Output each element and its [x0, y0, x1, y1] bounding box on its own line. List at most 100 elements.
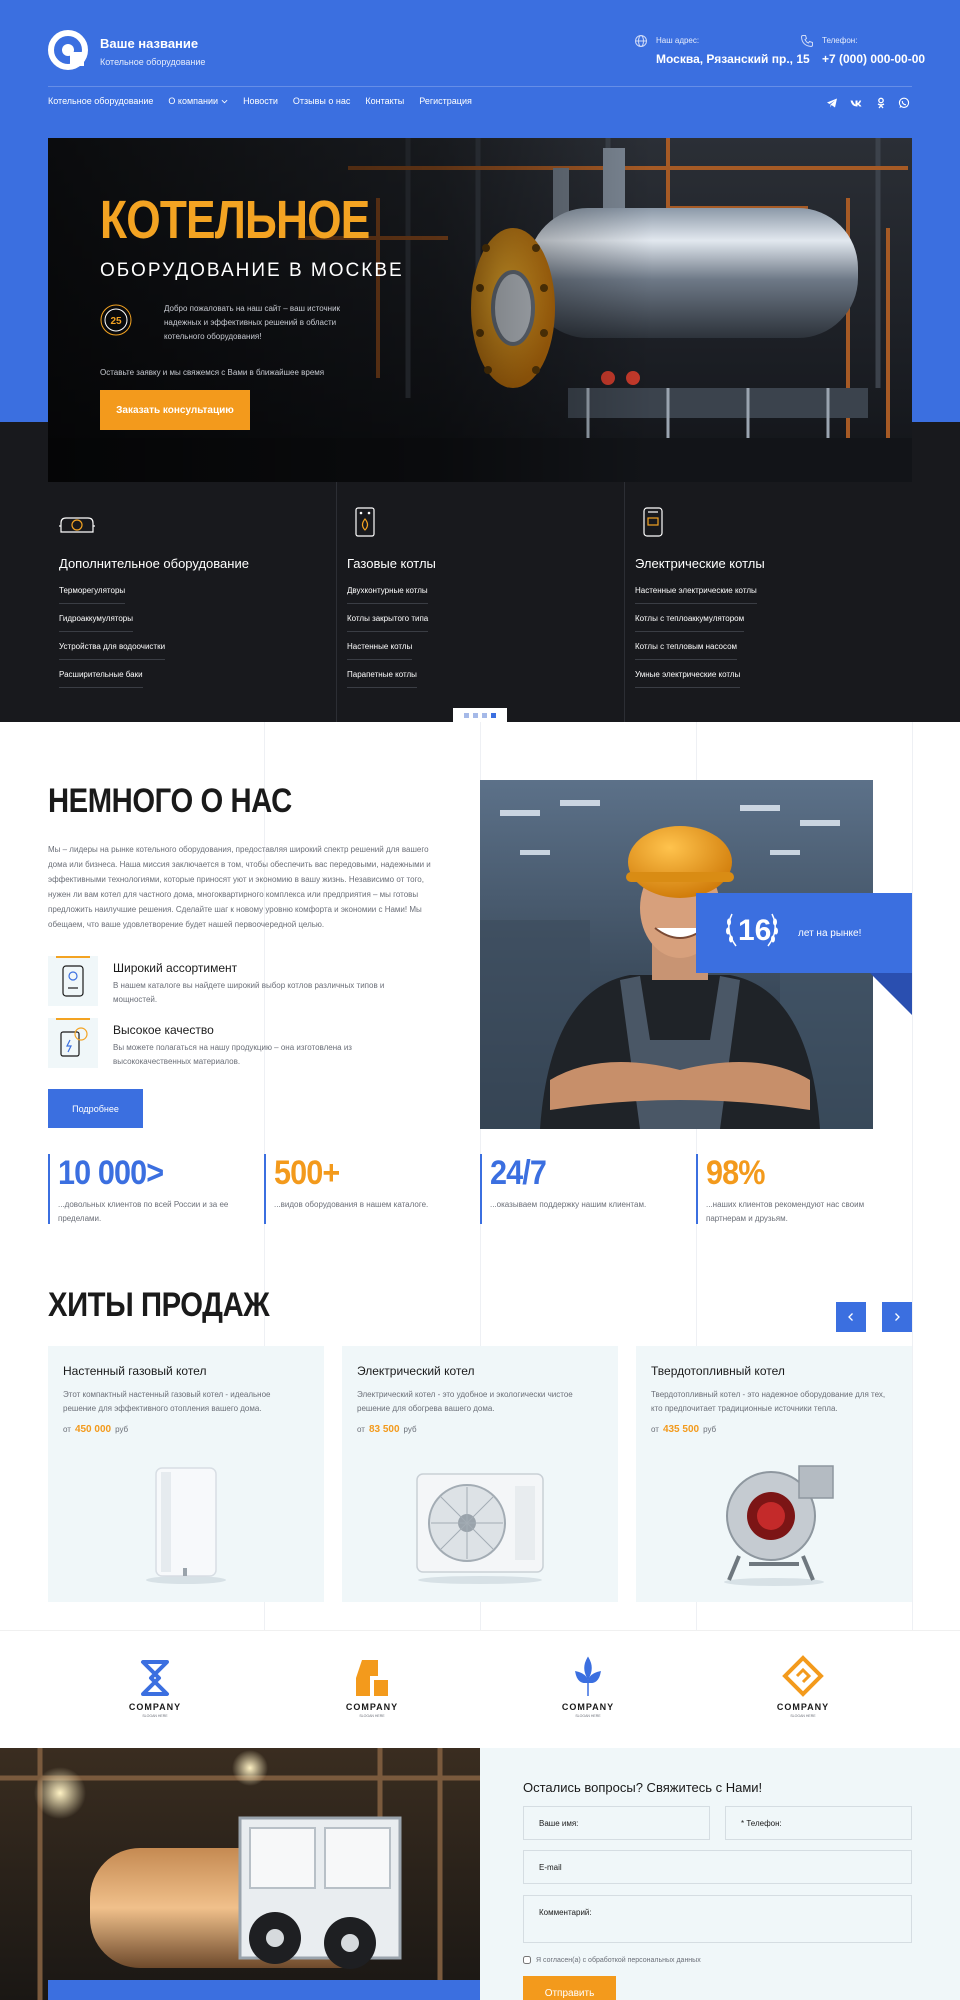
stat-desc: ...довольных клиентов по всей России и з… [58, 1200, 229, 1223]
chevron-down-icon [221, 99, 228, 103]
boiler-facility-photo [0, 1748, 480, 2000]
slider-dot[interactable] [473, 712, 478, 718]
partner-logo[interactable]: COMPANY SLOGAN HERE [548, 1654, 628, 1724]
category-title[interactable]: Дополнительное оборудование [59, 556, 249, 571]
comment-field[interactable] [523, 1895, 912, 1943]
category-link[interactable]: Двухконтурные котлы [347, 586, 428, 604]
slider-dot[interactable] [464, 712, 469, 718]
partner-logo[interactable]: COMPANY SLOGAN HERE [332, 1654, 412, 1724]
category-link[interactable]: Настенные электрические котлы [635, 586, 757, 604]
wall-gas-boiler-image [146, 1467, 226, 1584]
partner-logo[interactable]: COMPANY SLOGAN HERE [763, 1654, 843, 1724]
stat-desc: ...видов оборудования в нашем каталоге. [274, 1200, 429, 1209]
category-link[interactable]: Гидроаккумуляторы [59, 614, 134, 632]
brand-tagline: Котельное оборудование [100, 57, 206, 67]
category-link[interactable]: Терморегуляторы [59, 586, 126, 604]
nav-item-boiler-equipment[interactable]: Котельное оборудование [48, 96, 153, 106]
stat-value: 500+ [274, 1154, 340, 1192]
prev-button[interactable] [836, 1302, 866, 1332]
phone-value[interactable]: +7 (000) 000-00-00 [822, 52, 925, 66]
chevron-left-icon [848, 1313, 853, 1321]
address-label: Наш адрес: [656, 36, 700, 45]
whatsapp-link[interactable] [898, 96, 910, 108]
category-link[interactable]: Котлы закрытого типа [347, 614, 429, 632]
product-desc: Этот компактный настенный газовый котел … [63, 1390, 271, 1413]
nav-item-contacts[interactable]: Контакты [365, 96, 404, 106]
years-value: 16 [738, 914, 772, 947]
boiler-assortment-icon [48, 956, 98, 1006]
logo-icon[interactable] [48, 30, 88, 70]
stat-value: 24/7 [490, 1154, 547, 1192]
product-price: от 435 500 руб [651, 1424, 717, 1435]
electric-boiler-icon [643, 507, 663, 537]
category-link[interactable]: Расширительные баки [59, 670, 143, 688]
name-field[interactable] [523, 1806, 710, 1840]
nav-item-news[interactable]: Новости [243, 96, 278, 106]
product-desc: Электрический котел - это удобное и экол… [357, 1390, 573, 1413]
category-link[interactable]: Устройства для водоочистки [59, 642, 166, 660]
feature-title: Широкий ассортимент [113, 961, 238, 975]
odnoklassniki-link[interactable] [875, 96, 887, 109]
nav-item-reviews[interactable]: Отзывы о нас [293, 96, 350, 106]
category-title[interactable]: Газовые котлы [347, 556, 436, 571]
category-link[interactable]: Парапетные котлы [347, 670, 417, 688]
grid-line [912, 722, 913, 1630]
category-link[interactable]: Котлы с теплоаккумулятором [635, 614, 745, 632]
consultation-button[interactable]: Заказать консультацию [100, 390, 250, 430]
stat-value: 10 000> [58, 1154, 164, 1192]
about-title: НЕМНОГО О НАС [48, 782, 292, 820]
partner-name: COMPANY [562, 1702, 614, 1712]
send-button[interactable]: Отправить [523, 1976, 616, 2000]
pump-icon [59, 517, 95, 533]
hero-note: Оставьте заявку и мы свяжемся с Вами в б… [100, 368, 325, 377]
category-electric-boilers: Электрические котлы Настенные электричес… [624, 482, 912, 722]
slider-dot-active[interactable] [491, 712, 496, 718]
phone-field[interactable] [725, 1806, 912, 1840]
product-name: Твердотопливный котел [651, 1364, 785, 1378]
slider-pagination [453, 708, 507, 722]
header-divider [48, 86, 912, 87]
hero-title: КОТЕЛЬНОЕ [100, 190, 370, 250]
email-field[interactable] [523, 1850, 912, 1884]
whatsapp-icon [898, 97, 910, 108]
feature-desc: Вы можете полагаться на нашу продукцию –… [113, 1043, 352, 1066]
product-card[interactable]: Настенный газовый котел Этот компактный … [48, 1346, 324, 1602]
badge-number: 25 [110, 316, 122, 327]
vk-link[interactable] [850, 96, 862, 108]
award-badge-icon: 25 [100, 304, 132, 336]
stat-catalog: 500+ ...видов оборудования в нашем катал… [264, 1154, 464, 1224]
partner-slogan: SLOGAN HERE [790, 1714, 816, 1718]
years-label: лет на рынке! [798, 928, 862, 939]
product-card[interactable]: Электрический котел Электрический котел … [342, 1346, 618, 1602]
consent-checkbox-label[interactable]: Я согласен(а) с обработкой персональных … [523, 1956, 701, 1964]
vk-icon [850, 100, 862, 107]
outdoor-unit-image [416, 1473, 544, 1584]
partner-name: COMPANY [129, 1702, 181, 1712]
feature-title: Высокое качество [113, 1023, 214, 1037]
category-additional-equipment: Дополнительное оборудование Терморегулят… [48, 482, 336, 722]
about-text: Мы – лидеры на рынке котельного оборудов… [48, 845, 431, 929]
slider-dot[interactable] [482, 712, 487, 718]
consent-checkbox[interactable] [523, 1956, 531, 1964]
stat-value: 98% [706, 1154, 765, 1192]
category-title[interactable]: Электрические котлы [635, 556, 765, 571]
gas-boiler-icon [355, 507, 375, 537]
solid-fuel-boiler-image [724, 1465, 834, 1586]
brand-name[interactable]: Ваше название [100, 36, 198, 51]
next-button[interactable] [882, 1302, 912, 1332]
category-link[interactable]: Котлы с тепловым насосом [635, 642, 738, 660]
partner-logo[interactable]: COMPANY SLOGAN HERE [115, 1654, 195, 1724]
nav-item-registration[interactable]: Регистрация [419, 96, 472, 106]
category-link[interactable]: Настенные котлы [347, 642, 413, 660]
main-nav: Котельное оборудование О компании Новост… [48, 96, 472, 106]
category-gas-boilers: Газовые котлы Двухконтурные котлы Котлы … [336, 482, 624, 722]
hero-description: Добро пожаловать на наш сайт – ваш источ… [164, 304, 341, 341]
telegram-link[interactable] [826, 96, 838, 108]
stat-recommend: 98% ...наших клиентов рекомендуют нас св… [696, 1154, 896, 1224]
product-price: от 450 000 руб [63, 1424, 129, 1435]
category-link[interactable]: Умные электрические котлы [635, 670, 741, 688]
more-button[interactable]: Подробнее [48, 1089, 143, 1128]
product-card[interactable]: Твердотопливный котел Твердотопливный ко… [636, 1346, 912, 1602]
nav-item-about[interactable]: О компании [168, 96, 228, 106]
partner-slogan: SLOGAN HERE [142, 1714, 168, 1718]
